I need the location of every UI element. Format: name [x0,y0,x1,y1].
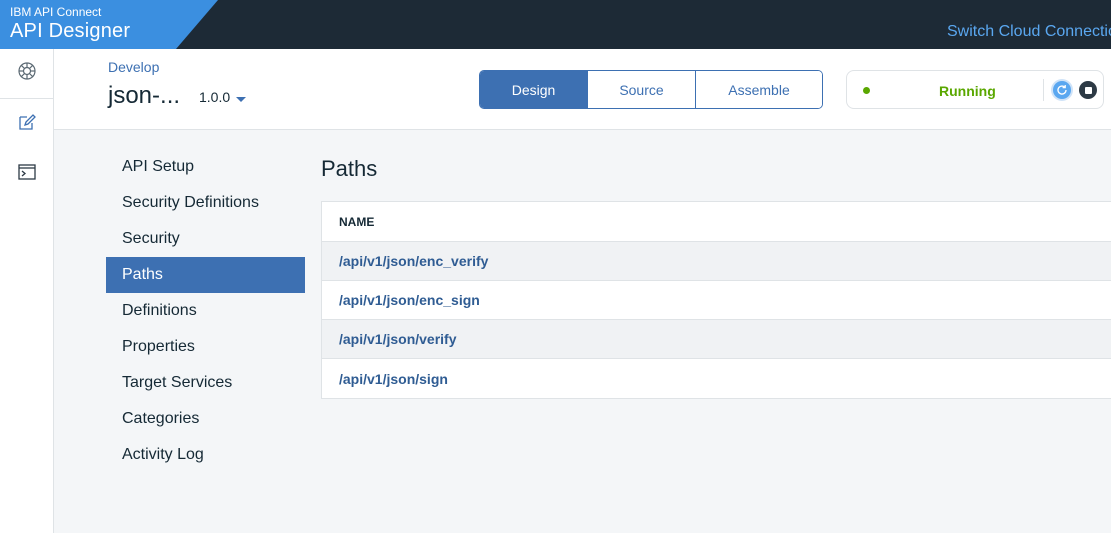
paths-table: NAME /api/v1/json/enc_verify /api/v1/jso… [321,201,1111,399]
brand-block: IBM API Connect API Designer [0,0,218,49]
server-status-panel: Running [846,70,1104,109]
table-row[interactable]: /api/v1/json/verify [322,320,1111,359]
top-header: IBM API Connect API Designer Switch Clou… [0,0,1111,49]
section-nav-definitions[interactable]: Definitions [106,293,305,329]
table-header-name[interactable]: NAME [322,202,1111,242]
section-nav-activity-log[interactable]: Activity Log [106,437,305,473]
section-nav: API Setup Security Definitions Security … [106,149,305,473]
section-nav-categories[interactable]: Categories [106,401,305,437]
api-title: json-... [108,82,181,109]
stop-icon [1084,86,1092,94]
section-nav-security[interactable]: Security [106,221,305,257]
chevron-down-icon [236,96,247,102]
section-nav-api-setup[interactable]: API Setup [106,149,305,185]
section-nav-properties[interactable]: Properties [106,329,305,365]
section-nav-security-definitions[interactable]: Security Definitions [106,185,305,221]
rail-item-test[interactable] [0,149,53,199]
divider [1043,79,1044,101]
breadcrumb[interactable]: Develop [108,59,159,75]
status-label: Running [939,83,996,99]
tab-assemble[interactable]: Assemble [696,71,822,108]
table-row[interactable]: /api/v1/json/sign [322,359,1111,398]
brand-app-name: API Designer [10,20,131,42]
edit-icon [18,113,36,136]
rail-item-explore[interactable] [0,49,53,99]
rail-item-develop[interactable] [0,99,53,149]
section-nav-target-services[interactable]: Target Services [106,365,305,401]
terminal-icon [17,163,36,185]
left-rail [0,49,54,533]
api-subheader: Develop json-... 1.0.0 Design Source Ass… [54,49,1111,130]
page-title: Paths [321,156,378,181]
section-nav-paths[interactable]: Paths [106,257,305,293]
brand-product-name: IBM API Connect [10,5,102,19]
tab-source[interactable]: Source [588,71,696,108]
version-selector[interactable]: 1.0.0 [199,89,247,105]
tab-design[interactable]: Design [480,71,588,108]
stop-button[interactable] [1079,81,1097,99]
table-row[interactable]: /api/v1/json/enc_sign [322,281,1111,320]
restart-button[interactable] [1053,81,1071,99]
globe-icon [17,61,37,86]
status-dot-icon [863,87,870,94]
view-tabs: Design Source Assemble [479,70,823,109]
version-label: 1.0.0 [199,89,231,105]
table-row[interactable]: /api/v1/json/enc_verify [322,242,1111,281]
refresh-icon [1057,85,1067,95]
switch-cloud-connection-link[interactable]: Switch Cloud Connectio [947,23,1111,41]
